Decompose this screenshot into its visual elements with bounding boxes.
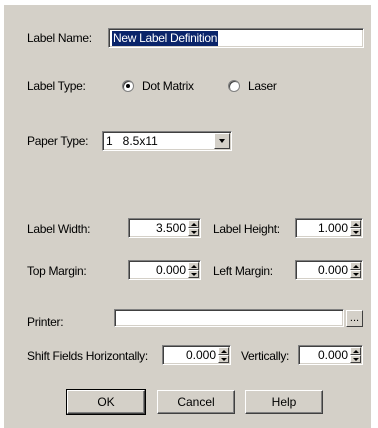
top-margin-stepper[interactable]: 0.000 — [128, 260, 201, 280]
radio-laser-circle — [228, 80, 240, 92]
spin-up-button[interactable] — [350, 347, 361, 355]
spin-up-button[interactable] — [188, 262, 199, 270]
help-button[interactable]: Help — [245, 390, 323, 414]
shift-vertical-spinner[interactable] — [350, 347, 361, 363]
arrow-up-icon — [191, 223, 197, 226]
arrow-down-icon — [353, 231, 359, 234]
window-frame-right — [371, 0, 378, 428]
chevron-down-icon — [219, 139, 225, 143]
label-type-label: Label Type: — [27, 79, 86, 93]
arrow-up-icon — [353, 350, 359, 353]
spin-down-button[interactable] — [350, 355, 361, 363]
arrow-down-icon — [221, 358, 227, 361]
spin-down-button[interactable] — [188, 228, 199, 236]
spin-up-button[interactable] — [350, 262, 361, 270]
cancel-button[interactable]: Cancel — [157, 390, 235, 414]
label-width-value: 3.500 — [155, 221, 186, 235]
arrow-down-icon — [353, 273, 359, 276]
top-margin-label: Top Margin: — [27, 264, 87, 278]
arrow-up-icon — [353, 223, 359, 226]
paper-type-value: 1 8.5x11 — [106, 134, 158, 148]
paper-type-label: Paper Type: — [27, 134, 89, 148]
label-height-stepper[interactable]: 1.000 — [295, 218, 363, 238]
label-height-value: 1.000 — [317, 221, 348, 235]
radio-laser-label: Laser — [248, 79, 277, 93]
radio-laser[interactable]: Laser — [228, 78, 288, 94]
shift-horizontal-stepper[interactable]: 0.000 — [162, 345, 231, 365]
ok-button[interactable]: OK — [66, 389, 146, 415]
spin-down-button[interactable] — [188, 270, 199, 278]
spin-down-button[interactable] — [218, 355, 229, 363]
label-name-input[interactable]: New Label Definition — [108, 28, 364, 48]
arrow-down-icon — [353, 358, 359, 361]
radio-dot-matrix-label: Dot Matrix — [142, 79, 194, 93]
spin-up-button[interactable] — [350, 220, 361, 228]
printer-input[interactable] — [114, 309, 344, 327]
arrow-down-icon — [191, 231, 197, 234]
printer-browse-button[interactable]: ... — [346, 310, 363, 327]
spin-down-button[interactable] — [350, 228, 361, 236]
label-width-spinner[interactable] — [188, 220, 199, 236]
left-margin-label: Left Margin: — [213, 264, 273, 278]
spin-down-button[interactable] — [350, 270, 361, 278]
left-margin-stepper[interactable]: 0.000 — [295, 260, 363, 280]
shift-vertical-value: 0.000 — [317, 348, 348, 362]
shift-vertical-stepper[interactable]: 0.000 — [298, 345, 363, 365]
label-name-label: Label Name: — [27, 31, 92, 45]
radio-dot-matrix[interactable]: Dot Matrix — [122, 78, 212, 94]
left-margin-spinner[interactable] — [350, 262, 361, 278]
label-height-spinner[interactable] — [350, 220, 361, 236]
top-margin-spinner[interactable] — [188, 262, 199, 278]
top-margin-value: 0.000 — [155, 263, 186, 277]
shift-vertical-label: Vertically: — [241, 349, 290, 363]
arrow-up-icon — [221, 350, 227, 353]
window-frame-top — [0, 0, 378, 5]
paper-type-select[interactable]: 1 8.5x11 — [102, 131, 232, 151]
window-frame-left — [0, 0, 4, 428]
label-width-stepper[interactable]: 3.500 — [128, 218, 201, 238]
arrow-up-icon — [353, 265, 359, 268]
arrow-down-icon — [191, 273, 197, 276]
label-width-label: Label Width: — [27, 222, 91, 236]
radio-dot-matrix-circle — [122, 80, 134, 92]
printer-label: Printer: — [27, 315, 64, 329]
shift-horizontal-spinner[interactable] — [218, 347, 229, 363]
arrow-up-icon — [191, 265, 197, 268]
label-name-value: New Label Definition — [112, 31, 219, 46]
shift-horizontal-label: Shift Fields Horizontally: — [27, 349, 148, 363]
spin-up-button[interactable] — [218, 347, 229, 355]
left-margin-value: 0.000 — [317, 263, 348, 277]
spin-up-button[interactable] — [188, 220, 199, 228]
paper-type-dropdown-button[interactable] — [214, 133, 230, 149]
shift-horizontal-value: 0.000 — [185, 348, 216, 362]
radio-selected-dot-icon — [126, 84, 130, 88]
label-height-label: Label Height: — [213, 222, 280, 236]
